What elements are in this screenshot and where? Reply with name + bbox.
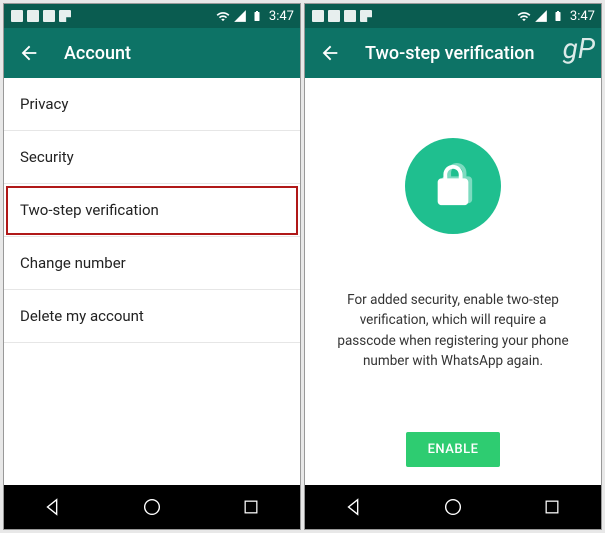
list-item-delete-account[interactable]: Delete my account [4,290,300,343]
app-bar: Two-step verification [305,28,601,78]
enable-button[interactable]: ENABLE [406,432,501,467]
mail-icon [26,9,40,23]
signal-icon [534,9,548,23]
status-left [311,9,373,23]
two-step-description: For added security, enable two-step veri… [325,290,581,371]
navigation-bar [4,485,300,529]
nav-home-button[interactable] [139,494,165,520]
back-button[interactable] [18,42,40,64]
list-item-security[interactable]: Security [4,131,300,184]
app-icon [359,9,373,23]
status-left [10,9,72,23]
account-list: Privacy Security Two-step verification C… [4,78,300,485]
photo-icon [343,9,357,23]
status-right: 3:47 [517,9,595,24]
nav-back-button[interactable] [341,494,367,520]
phone-right: 3:47 Two-step verification gP For added … [304,3,602,530]
battery-icon [250,9,264,23]
signal-icon [233,9,247,23]
list-item-change-number[interactable]: Change number [4,237,300,290]
app-icon [58,9,72,23]
wifi-icon [517,9,531,23]
notification-icon [10,9,24,23]
page-title: Two-step verification [365,43,535,64]
nav-recent-button[interactable] [238,494,264,520]
back-button[interactable] [319,42,341,64]
list-item-label: Delete my account [20,307,144,325]
mail-icon [327,9,341,23]
app-bar: Account [4,28,300,78]
wifi-icon [216,9,230,23]
notification-icon [311,9,325,23]
list-item-label: Privacy [20,95,68,113]
battery-icon [551,9,565,23]
two-step-content: For added security, enable two-step veri… [305,78,601,485]
list-item-label: Two-step verification [20,201,159,219]
status-bar: 3:47 [4,4,300,28]
list-item-privacy[interactable]: Privacy [4,78,300,131]
photo-icon [42,9,56,23]
list-item-label: Change number [20,254,126,272]
nav-back-button[interactable] [40,494,66,520]
status-time: 3:47 [570,9,595,24]
status-bar: 3:47 [305,4,601,28]
navigation-bar [305,485,601,529]
lock-icon [405,138,501,234]
list-item-two-step[interactable]: Two-step verification [4,184,300,237]
phone-left: 3:47 Account Privacy Security Two-step v… [3,3,301,530]
nav-recent-button[interactable] [539,494,565,520]
list-item-label: Security [20,148,74,166]
status-right: 3:47 [216,9,294,24]
page-title: Account [64,43,131,64]
nav-home-button[interactable] [440,494,466,520]
status-time: 3:47 [269,9,294,24]
